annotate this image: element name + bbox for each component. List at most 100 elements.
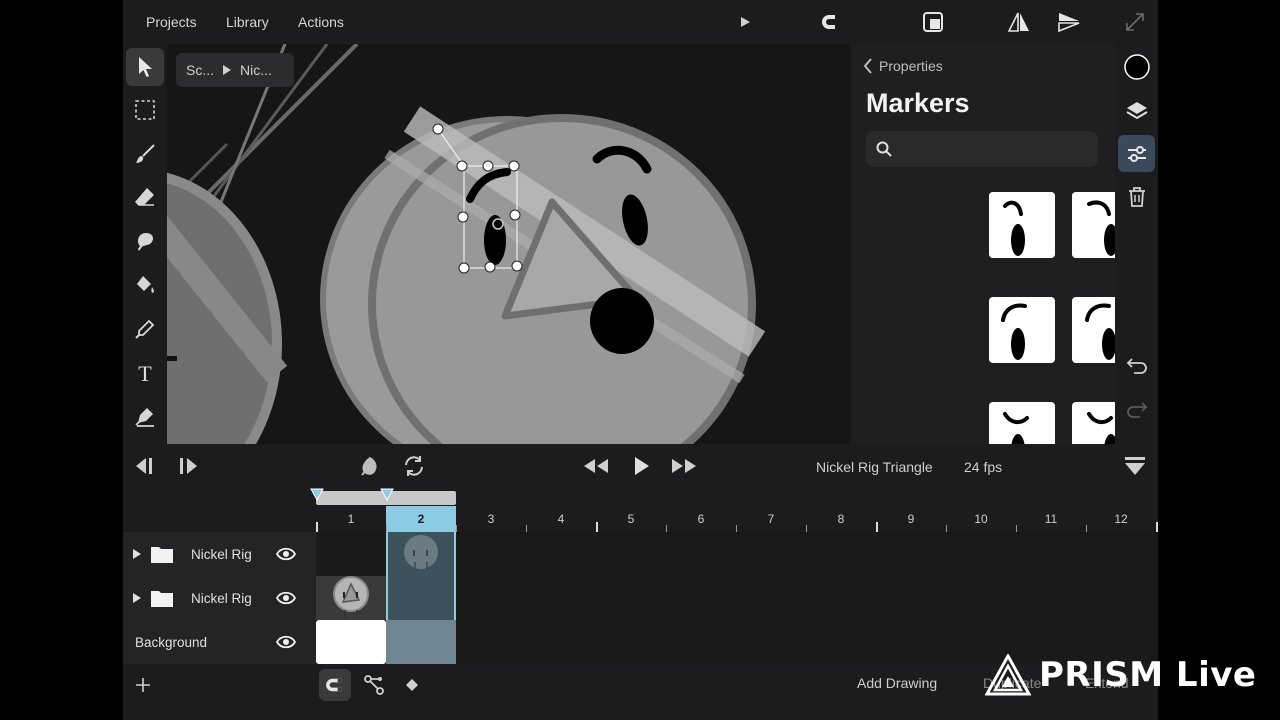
play-icon[interactable] (628, 454, 654, 478)
undo-icon[interactable] (1118, 347, 1155, 384)
frame-tick (946, 525, 947, 532)
svg-text:T: T (138, 362, 152, 384)
text-tool[interactable]: T (126, 354, 164, 392)
paint-bucket-tool[interactable] (126, 266, 164, 304)
tools-column: T (123, 44, 167, 444)
watermark-text: PRISM Live (1039, 655, 1257, 695)
properties-sliders-icon[interactable] (1118, 135, 1155, 172)
folder-icon (151, 591, 173, 607)
eraser-tool[interactable] (126, 178, 164, 216)
frame-number: 11 (1044, 512, 1058, 526)
redo-icon[interactable] (1118, 391, 1155, 428)
properties-back-label: Properties (879, 58, 943, 74)
layers-icon[interactable] (1118, 92, 1155, 129)
range-start-marker[interactable] (310, 488, 324, 502)
frame-tick (1086, 525, 1087, 532)
flip-vertical-icon[interactable] (1057, 10, 1081, 34)
playback-bar: Nickel Rig Triangle 24 fps (123, 444, 1158, 488)
color-swatch[interactable] (1118, 48, 1155, 85)
marquee-select-tool[interactable] (126, 91, 164, 129)
right-icon-column (1115, 44, 1158, 444)
marker-thumbnails-grid (989, 192, 1115, 444)
frame-number: 12 (1114, 512, 1128, 526)
layer-name: Nickel Rig (191, 546, 252, 562)
brush-tool[interactable] (126, 135, 164, 173)
step-forward-icon[interactable] (176, 454, 202, 478)
breadcrumb[interactable]: Sc... Nic... (176, 53, 294, 87)
frame-cell[interactable] (316, 620, 386, 664)
rewind-icon[interactable] (583, 454, 609, 478)
chevron-left-icon (863, 58, 872, 74)
frame-tick (1156, 522, 1158, 532)
frame-number-current: 2 (417, 512, 425, 526)
animation-app: Projects Library Actions T Sc... Nic... … (123, 0, 1158, 720)
frame-cell[interactable] (386, 620, 456, 664)
magnet-icon[interactable] (820, 10, 844, 34)
frame-tick (456, 525, 457, 532)
library-panel: Properties Markers (851, 44, 1115, 444)
onion-layer-icon[interactable] (357, 454, 383, 478)
eye-icon[interactable] (276, 547, 296, 561)
fast-forward-icon[interactable] (671, 454, 697, 478)
layer-name: Nickel Rig (191, 590, 252, 606)
frame-grid[interactable] (316, 532, 1158, 664)
frame-tick (1016, 525, 1017, 532)
magnet-snap-icon[interactable] (319, 669, 351, 701)
fps-label[interactable]: 24 fps (964, 459, 1002, 475)
frame-number: 8 (837, 512, 845, 526)
frame-thumbnail[interactable] (331, 576, 371, 620)
fullscreen-icon[interactable] (1123, 10, 1147, 34)
frame-number: 5 (627, 512, 635, 526)
add-drawing-button[interactable]: Add Drawing (857, 675, 937, 691)
flip-horizontal-icon[interactable] (1007, 10, 1031, 34)
layer-name: Background (135, 634, 208, 650)
onion-skin-icon[interactable] (921, 10, 945, 34)
layer-list: Nickel Rig Nickel Rig Background (123, 532, 316, 664)
frame-number: 1 (347, 512, 355, 526)
frame-number: 3 (487, 512, 495, 526)
expand-arrow-icon[interactable] (132, 592, 142, 604)
folder-icon (151, 547, 173, 563)
collapse-timeline-icon[interactable] (1122, 454, 1148, 478)
breadcrumb-node[interactable]: Nic... (240, 62, 272, 78)
pen-tool[interactable] (126, 397, 164, 435)
menu-library[interactable]: Library (226, 14, 269, 30)
frame-tick (316, 522, 318, 532)
lasso-fill-tool[interactable] (126, 222, 164, 260)
menu-projects[interactable]: Projects (146, 14, 197, 30)
breadcrumb-arrow-icon (223, 65, 232, 75)
eye-icon[interactable] (276, 635, 296, 649)
panel-title: Markers (866, 88, 970, 118)
drawing-canvas[interactable]: Sc... Nic... (167, 44, 851, 444)
prism-live-watermark: PRISM Live (985, 650, 1256, 700)
eye-icon[interactable] (276, 591, 296, 605)
frame-tick (876, 522, 878, 532)
range-end-marker[interactable] (380, 488, 394, 502)
top-menu-bar: Projects Library Actions (123, 0, 1158, 44)
step-back-icon[interactable] (131, 454, 157, 478)
timeline: 1 2 3 4 5 6 7 8 9 10 11 12 Nickel Rig Ni… (123, 488, 1158, 664)
breadcrumb-scene[interactable]: Sc... (186, 62, 214, 78)
frame-ruler[interactable]: 1 2 3 4 5 6 7 8 9 10 11 12 (316, 506, 1158, 532)
expand-arrow-icon[interactable] (132, 548, 142, 560)
frame-number: 4 (557, 512, 565, 526)
frame-thumbnail[interactable] (401, 534, 441, 574)
loop-icon[interactable] (401, 454, 427, 478)
scene-name[interactable]: Nickel Rig Triangle (816, 459, 933, 475)
menu-actions[interactable]: Actions (298, 14, 344, 30)
layer-row-background[interactable]: Background (123, 620, 316, 664)
layer-row-nickel-rig-1[interactable]: Nickel Rig (123, 532, 316, 576)
search-icon (876, 141, 892, 157)
frame-number: 9 (907, 512, 915, 526)
search-input[interactable] (866, 131, 1098, 167)
add-layer-icon[interactable] (127, 669, 159, 701)
layer-row-nickel-rig-2[interactable]: Nickel Rig (123, 576, 316, 620)
play-preview-icon[interactable] (733, 10, 757, 34)
keyframe-icon[interactable] (396, 669, 428, 701)
properties-back-button[interactable]: Properties (863, 58, 943, 74)
bone-tool-icon[interactable] (358, 669, 390, 701)
trash-icon[interactable] (1118, 178, 1155, 215)
select-tool[interactable] (126, 48, 164, 86)
eyedropper-tool[interactable] (126, 310, 164, 348)
frame-number: 10 (974, 512, 988, 526)
